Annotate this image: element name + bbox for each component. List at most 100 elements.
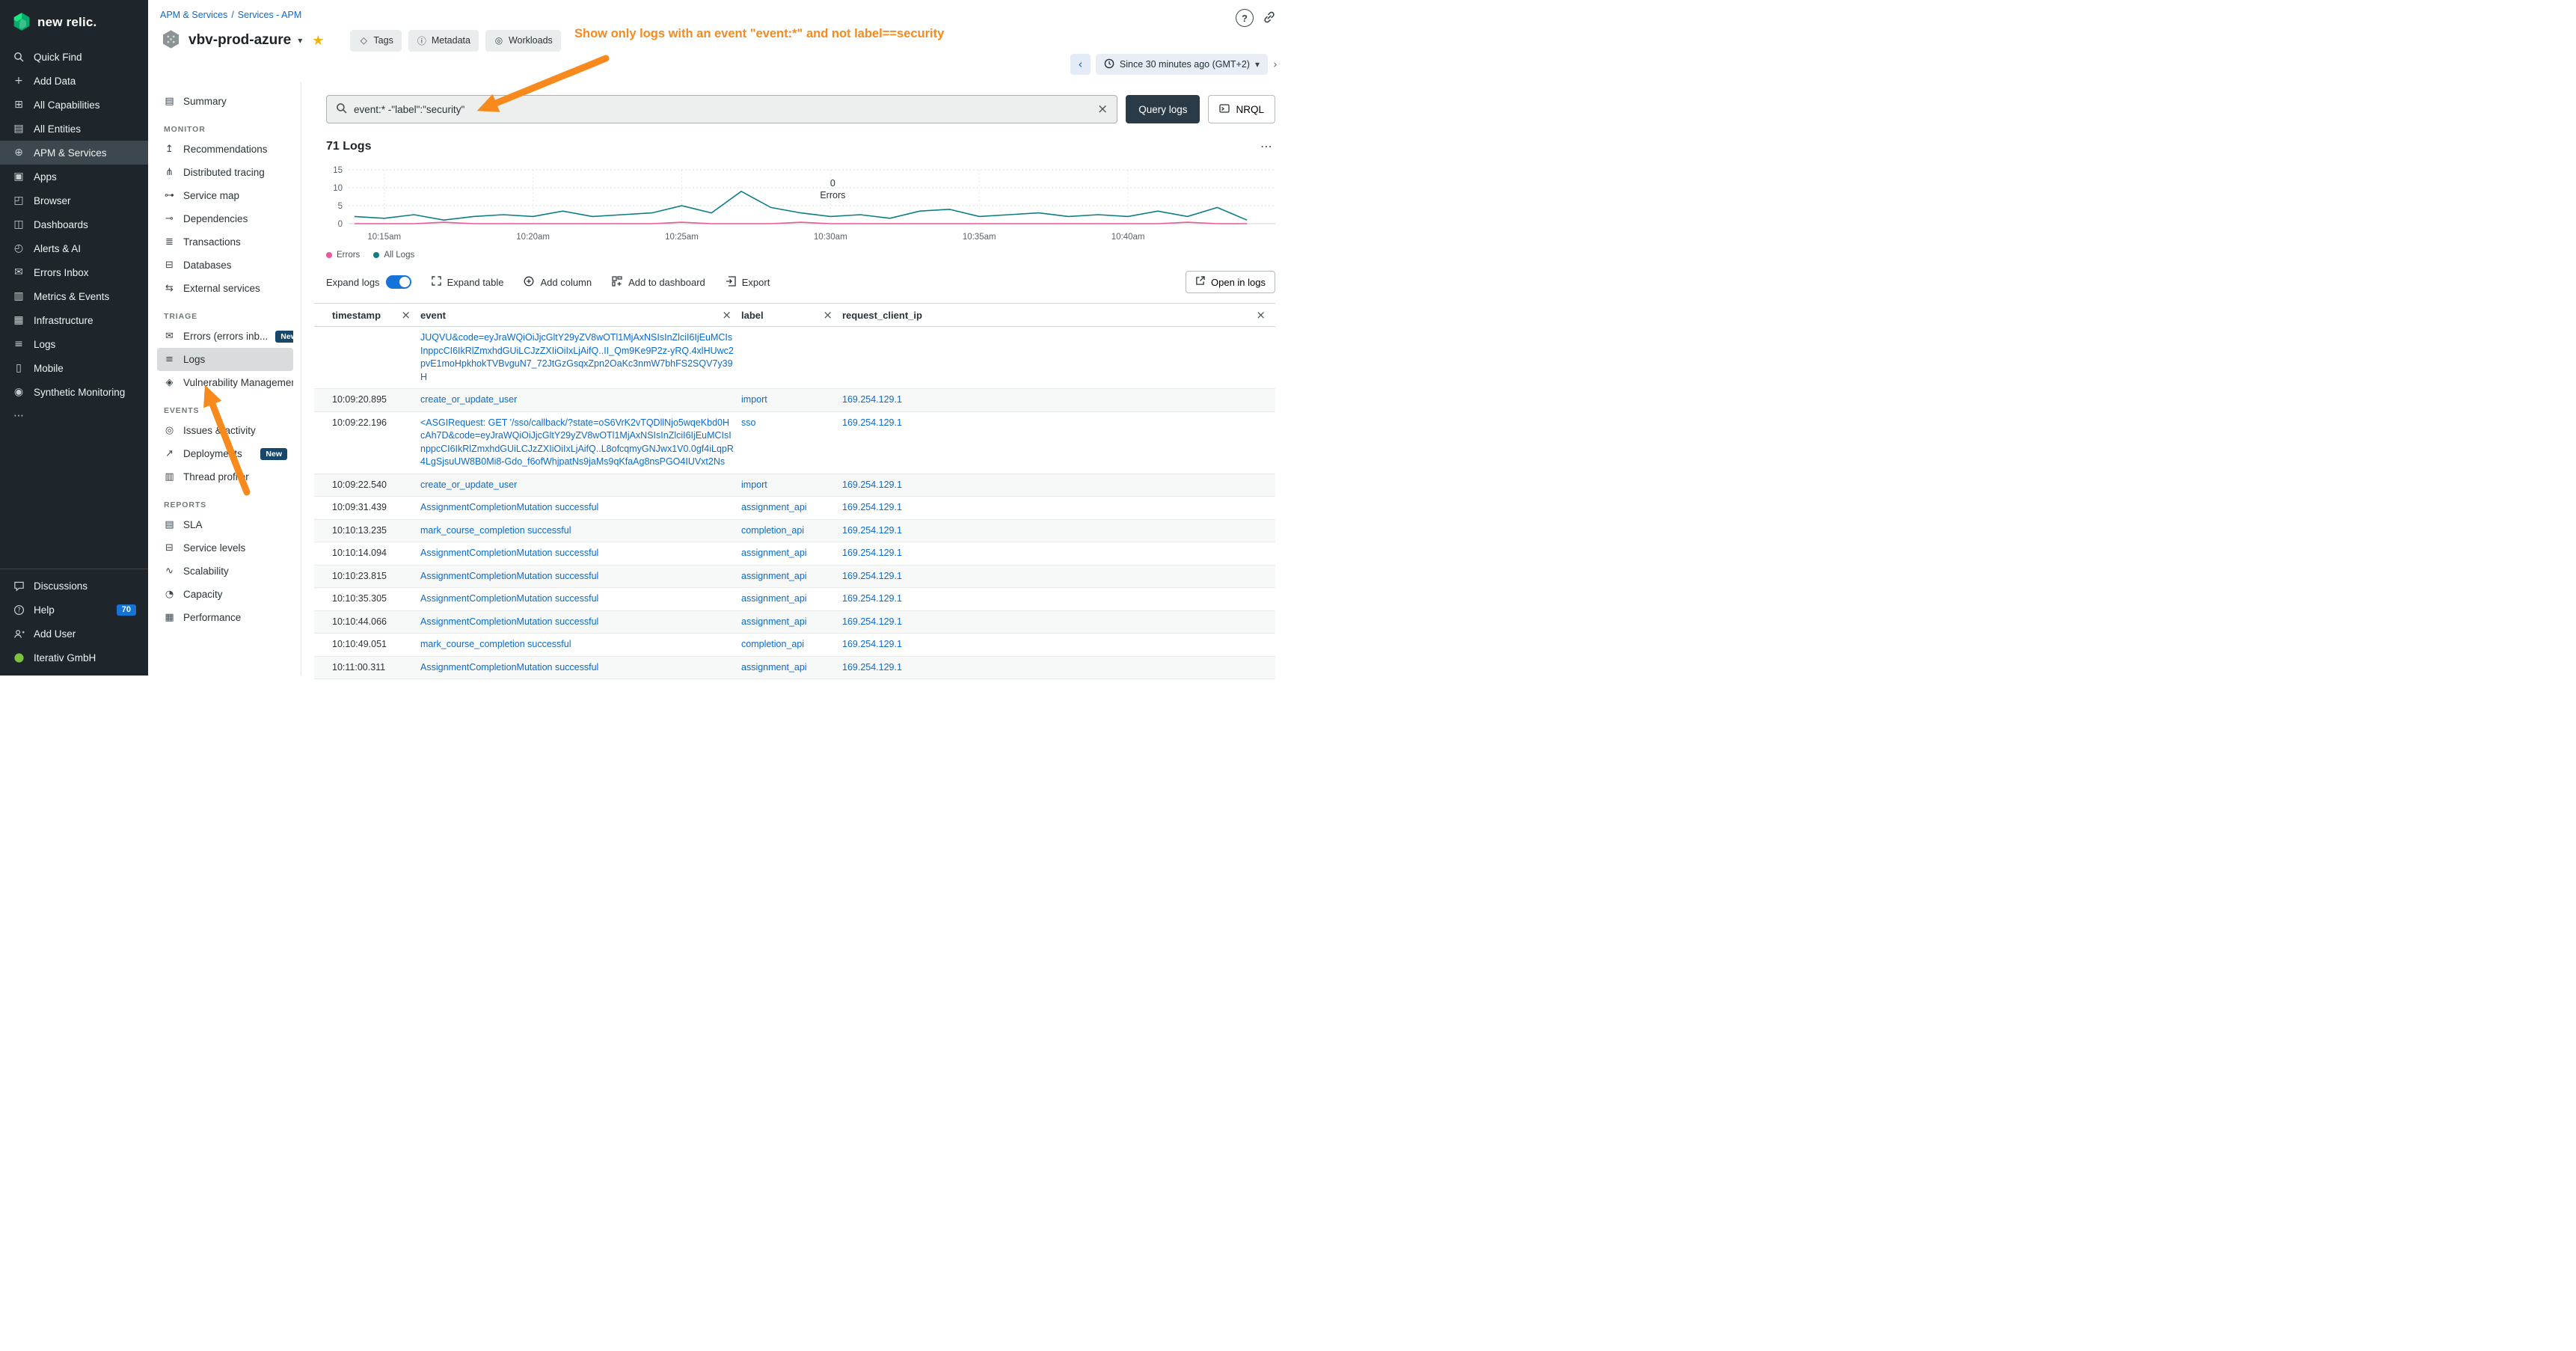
event-link[interactable]: <ASGIRequest: GET '/sso/callback/?state=… — [420, 417, 734, 468]
sidebar-item-apps[interactable]: ▣Apps — [0, 165, 148, 189]
request-client-ip-link[interactable]: 169.254.129.1 — [842, 417, 902, 428]
sidebar-item-quick-find[interactable]: Quick Find — [0, 45, 148, 69]
sidebar-footer-discussions[interactable]: Discussions — [0, 574, 148, 598]
sidebar-item-add-data[interactable]: +Add Data — [0, 69, 148, 93]
event-link[interactable]: mark_course_completion successful — [420, 525, 571, 536]
label-link[interactable]: sso — [741, 417, 755, 428]
request-client-ip-link[interactable]: 169.254.129.1 — [842, 662, 902, 673]
sidebar-item-logs[interactable]: ≡Logs — [0, 332, 148, 356]
label-link[interactable]: assignment_api — [741, 502, 807, 512]
request-client-ip-link[interactable]: 169.254.129.1 — [842, 548, 902, 558]
more-menu-icon[interactable]: ⋯ — [1260, 139, 1275, 153]
column-header-event[interactable]: event× — [420, 308, 741, 322]
entity-nav-item-scalability[interactable]: ∿Scalability — [157, 560, 293, 583]
event-link[interactable]: mark_course_completion successful — [420, 639, 571, 649]
entity-name[interactable]: vbv-prod-azure — [188, 32, 291, 49]
log-row[interactable]: 10:11:00.311AssignmentCompletionMutation… — [314, 657, 1275, 680]
entity-nav-item-service-map[interactable]: ⊶Service map — [157, 184, 293, 207]
event-link[interactable]: AssignmentCompletionMutation successful — [420, 662, 598, 673]
remove-column-icon[interactable]: × — [722, 308, 741, 322]
toggle-on-icon[interactable] — [386, 275, 411, 289]
expand-table-button[interactable]: Expand table — [432, 276, 504, 288]
remove-column-icon[interactable]: × — [823, 308, 842, 322]
entity-nav-item-recommendations[interactable]: ↥Recommendations — [157, 138, 293, 161]
request-client-ip-link[interactable]: 169.254.129.1 — [842, 502, 902, 512]
sidebar-item-all-capabilities[interactable]: ⊞All Capabilities — [0, 93, 148, 117]
column-header-request-client-ip[interactable]: request_client_ip× — [842, 308, 1275, 322]
entity-caret-icon[interactable]: ▾ — [298, 35, 302, 46]
entity-nav-item-vulnerability-management[interactable]: ◈Vulnerability Management — [157, 371, 293, 394]
export-button[interactable]: Export — [726, 276, 770, 289]
log-row[interactable]: 10:10:23.815AssignmentCompletionMutation… — [314, 566, 1275, 589]
event-link[interactable]: create_or_update_user — [420, 480, 517, 490]
event-link[interactable]: AssignmentCompletionMutation successful — [420, 571, 598, 581]
log-row[interactable]: 10:10:14.094AssignmentCompletionMutation… — [314, 542, 1275, 566]
label-link[interactable]: completion_api — [741, 639, 804, 649]
event-link[interactable]: AssignmentCompletionMutation successful — [420, 593, 598, 604]
label-link[interactable]: import — [741, 480, 767, 490]
entity-nav-item-deployments[interactable]: ↗DeploymentsNew — [157, 442, 293, 465]
column-header-label[interactable]: label× — [741, 308, 842, 322]
sidebar-item-alerts-ai[interactable]: ◴Alerts & AI — [0, 236, 148, 260]
request-client-ip-link[interactable]: 169.254.129.1 — [842, 639, 902, 649]
request-client-ip-link[interactable]: 169.254.129.1 — [842, 394, 902, 405]
entity-nav-item-databases[interactable]: ⊟Databases — [157, 254, 293, 277]
entity-nav-item-dependencies[interactable]: ⊸Dependencies — [157, 207, 293, 230]
entity-nav-item-capacity[interactable]: ◔Capacity — [157, 583, 293, 606]
open-in-logs-button[interactable]: Open in logs — [1186, 271, 1275, 293]
label-link[interactable]: completion_api — [741, 525, 804, 536]
breadcrumb-link-apm[interactable]: APM & Services — [160, 10, 227, 20]
event-link[interactable]: AssignmentCompletionMutation successful — [420, 502, 598, 512]
metadata-chip[interactable]: ⓘMetadata — [408, 30, 479, 52]
entity-nav-item-distributed-tracing[interactable]: ⋔Distributed tracing — [157, 161, 293, 184]
breadcrumb-link-services[interactable]: Services - APM — [238, 10, 301, 20]
add-column-button[interactable]: Add column — [524, 276, 592, 289]
sidebar-footer-help[interactable]: ?Help70 — [0, 598, 148, 622]
favorite-star-icon[interactable]: ★ — [312, 33, 324, 49]
help-icon[interactable]: ? — [1236, 9, 1254, 27]
event-link[interactable]: JUQVU&code=eyJraWQiOiJjcGltY29yZV8wOTl1M… — [420, 332, 734, 382]
sidebar-item-apm-services[interactable]: ⊕APM & Services — [0, 141, 148, 165]
sidebar-footer-iterativ-gmbh[interactable]: Iterativ GmbH — [0, 646, 148, 670]
entity-nav-item-performance[interactable]: ▦Performance — [157, 606, 293, 629]
request-client-ip-link[interactable]: 169.254.129.1 — [842, 593, 902, 604]
log-row[interactable]: JUQVU&code=eyJraWQiOiJjcGltY29yZV8wOTl1M… — [314, 327, 1275, 389]
newrelic-logo[interactable]: new relic. — [0, 0, 148, 42]
remove-column-icon[interactable]: × — [1256, 308, 1275, 322]
expand-logs-toggle[interactable]: Expand logs — [326, 275, 411, 289]
log-row[interactable]: 10:09:31.439AssignmentCompletionMutation… — [314, 497, 1275, 520]
sidebar-item-dashboards[interactable]: ◫Dashboards — [0, 212, 148, 236]
request-client-ip-link[interactable]: 169.254.129.1 — [842, 616, 902, 627]
entity-nav-item-transactions[interactable]: ≣Transactions — [157, 230, 293, 254]
sidebar-item-infrastructure[interactable]: ▦Infrastructure — [0, 308, 148, 332]
log-row[interactable]: 10:10:44.066AssignmentCompletionMutation… — [314, 611, 1275, 634]
workloads-chip[interactable]: ◎Workloads — [485, 30, 561, 52]
request-client-ip-link[interactable]: 169.254.129.1 — [842, 525, 902, 536]
time-back-button[interactable]: ‹ — [1070, 54, 1091, 75]
label-link[interactable]: assignment_api — [741, 616, 807, 627]
label-link[interactable]: assignment_api — [741, 662, 807, 673]
event-link[interactable]: AssignmentCompletionMutation successful — [420, 616, 598, 627]
legend-item-all-logs[interactable]: All Logs — [373, 251, 414, 260]
nrql-button[interactable]: NRQL — [1208, 95, 1275, 123]
event-link[interactable]: create_or_update_user — [420, 394, 517, 405]
logs-search-input[interactable]: event:* -"label":"security" × — [326, 95, 1117, 123]
label-link[interactable]: assignment_api — [741, 593, 807, 604]
entity-nav-item-sla[interactable]: ▤SLA — [157, 513, 293, 536]
entity-nav-item-errors-errors-inb[interactable]: ✉Errors (errors inb...New — [157, 325, 293, 348]
sidebar-item-mobile[interactable]: ▯Mobile — [0, 356, 148, 380]
time-range-button[interactable]: Since 30 minutes ago (GMT+2) ▾ — [1096, 54, 1268, 75]
entity-nav-item-logs[interactable]: ≡Logs — [157, 348, 293, 371]
sidebar-item-errors-inbox[interactable]: ✉Errors Inbox — [0, 260, 148, 284]
entity-nav-item-issues-activity[interactable]: ◎Issues & activity — [157, 419, 293, 442]
sidebar-footer-add-user[interactable]: Add User — [0, 622, 148, 646]
sidebar-item-synthetic-monitoring[interactable]: ◉Synthetic Monitoring — [0, 380, 148, 404]
add-to-dashboard-button[interactable]: Add to dashboard — [612, 276, 705, 289]
label-link[interactable]: assignment_api — [741, 548, 807, 558]
entity-nav-item-external-services[interactable]: ⇆External services — [157, 277, 293, 300]
sidebar-item-metrics-events[interactable]: ▥Metrics & Events — [0, 284, 148, 308]
tags-chip[interactable]: ◇Tags — [350, 30, 401, 52]
log-row[interactable]: 10:10:35.305AssignmentCompletionMutation… — [314, 588, 1275, 611]
label-link[interactable]: import — [741, 394, 767, 405]
entity-nav-item-summary[interactable]: ▤Summary — [157, 90, 293, 113]
